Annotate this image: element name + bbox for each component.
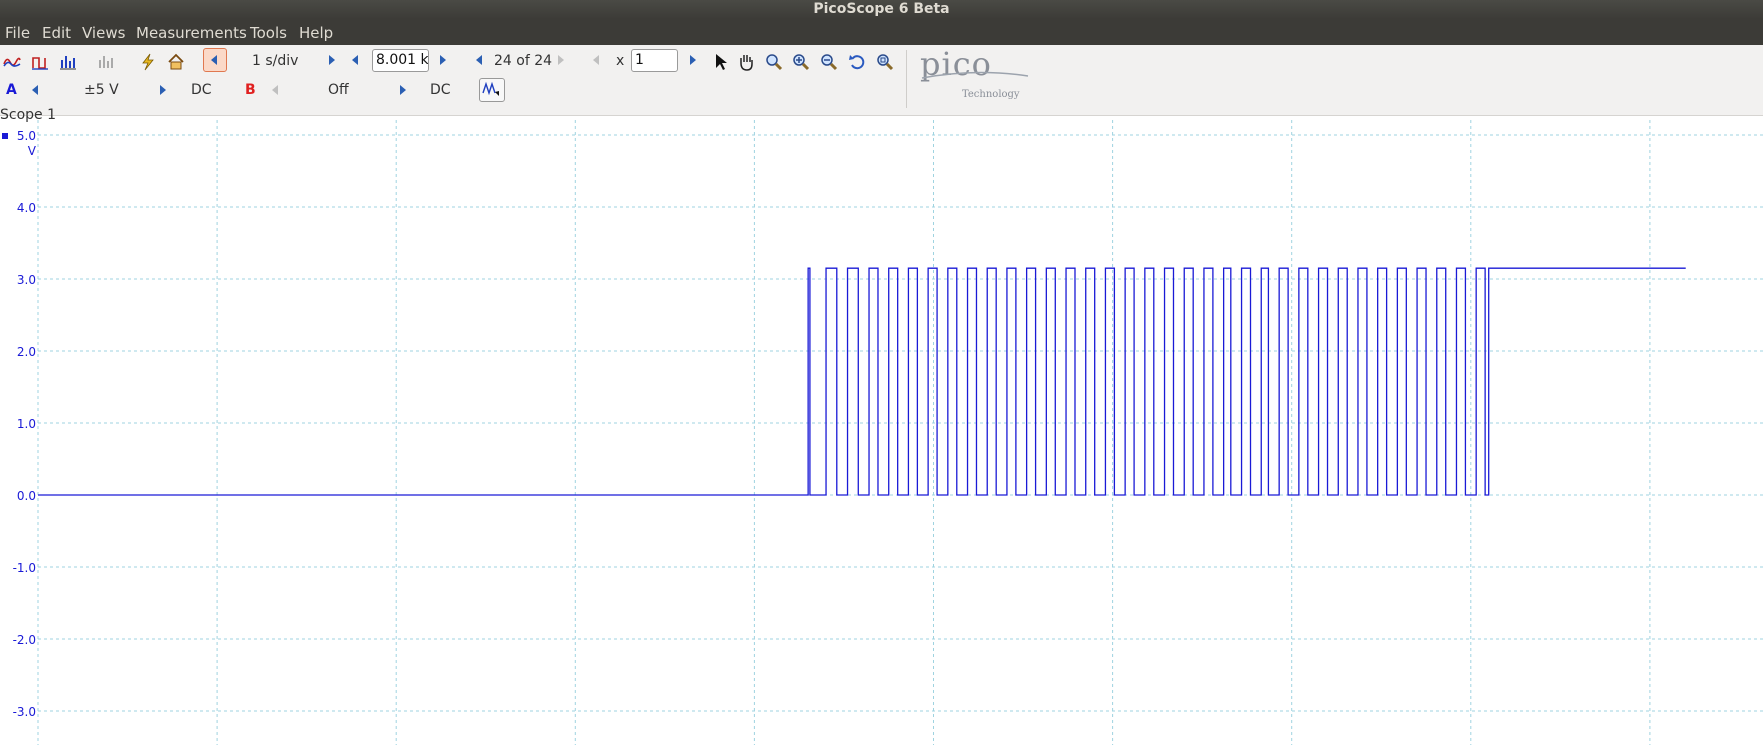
- channel-a-range[interactable]: ±5 V: [84, 82, 119, 98]
- timebase-next-arrow[interactable]: [329, 55, 335, 65]
- y-tick-label: -1.0: [13, 561, 36, 575]
- menu-file[interactable]: File: [5, 24, 30, 42]
- persistence-mode-icon[interactable]: [30, 52, 50, 72]
- channel-b-coupling[interactable]: DC: [430, 82, 451, 98]
- channel-b-range[interactable]: Off: [328, 82, 349, 98]
- zoom-input[interactable]: 1: [631, 49, 678, 72]
- spectrum-disabled-icon: [99, 56, 113, 68]
- zoom-fit-icon[interactable]: [875, 52, 895, 72]
- y-tick-label: 4.0: [17, 201, 36, 215]
- pico-technology-logo: pico Technology: [920, 48, 1030, 104]
- y-tick-label: 1.0: [17, 417, 36, 431]
- y-tick-label: 5.0: [17, 129, 36, 143]
- y-tick-label: -2.0: [13, 633, 36, 647]
- spectrum-mode-icon[interactable]: [58, 52, 78, 72]
- samples-next-arrow[interactable]: [440, 55, 446, 65]
- channel-a-trace: [38, 267, 1686, 496]
- zoom-out-icon[interactable]: [819, 52, 839, 72]
- waveform-options-icon: [482, 81, 499, 96]
- buffer-prev-arrow[interactable]: [476, 55, 482, 65]
- y-tick-label: -3.0: [13, 705, 36, 719]
- buffer-next-arrow[interactable]: [558, 55, 564, 65]
- channel-b-range-prev[interactable]: [272, 85, 278, 95]
- channel-a-label[interactable]: A: [6, 82, 17, 98]
- auto-setup-icon[interactable]: [138, 52, 158, 72]
- hand-tool-icon[interactable]: [736, 52, 756, 72]
- channel-a-marker: [2, 133, 8, 139]
- window-title: PicoScope 6 Beta: [0, 0, 1763, 19]
- channel-b-range-next[interactable]: [400, 85, 406, 95]
- logo-tagline: Technology: [962, 89, 1020, 100]
- menu-measurements[interactable]: Measurements: [136, 24, 247, 42]
- scope-mode-icon[interactable]: [2, 52, 22, 72]
- channel-b-label[interactable]: B: [245, 82, 256, 98]
- oscilloscope-plot[interactable]: 5.0 4.0 3.0 2.0 1.0 0.0 -1.0 -2.0 -3.0 V: [0, 120, 1763, 745]
- zoom-prev-arrow[interactable]: [593, 55, 599, 65]
- zoom-next-arrow[interactable]: [690, 55, 696, 65]
- channel-a-range-next[interactable]: [160, 85, 166, 95]
- buffer-position: 24 of 24: [494, 53, 553, 69]
- toolbar-divider: [906, 50, 907, 108]
- menu-help[interactable]: Help: [299, 24, 333, 42]
- y-tick-label: 2.0: [17, 345, 36, 359]
- toolbar: 1 s/div 8.001 kS 24 of 24 x 1 A ±5 V DC …: [0, 45, 1763, 116]
- menu-views[interactable]: Views: [82, 24, 125, 42]
- y-axis-unit: V: [28, 144, 37, 158]
- menu-bar: File Edit Views Measurements Tools Help: [0, 19, 1763, 45]
- timebase-value[interactable]: 1 s/div: [252, 53, 298, 69]
- samples-input[interactable]: 8.001 kS: [372, 49, 429, 72]
- zoom-in-icon[interactable]: [791, 52, 811, 72]
- zoom-prefix: x: [616, 53, 625, 69]
- menu-edit[interactable]: Edit: [42, 24, 71, 42]
- pointer-tool-icon[interactable]: [711, 52, 731, 72]
- timebase-prev-button[interactable]: [203, 48, 227, 72]
- channel-a-coupling[interactable]: DC: [191, 82, 212, 98]
- home-icon[interactable]: [166, 52, 186, 72]
- undo-zoom-icon[interactable]: [847, 52, 867, 72]
- menu-tools[interactable]: Tools: [250, 24, 287, 42]
- samples-prev-arrow[interactable]: [352, 55, 358, 65]
- logo-swoosh: [921, 71, 1029, 79]
- channel-options-button[interactable]: [479, 78, 505, 102]
- channel-a-range-prev[interactable]: [32, 85, 38, 95]
- zoom-tool-icon[interactable]: [764, 52, 784, 72]
- y-tick-label: 3.0: [17, 273, 36, 287]
- y-tick-label: 0.0: [17, 489, 36, 503]
